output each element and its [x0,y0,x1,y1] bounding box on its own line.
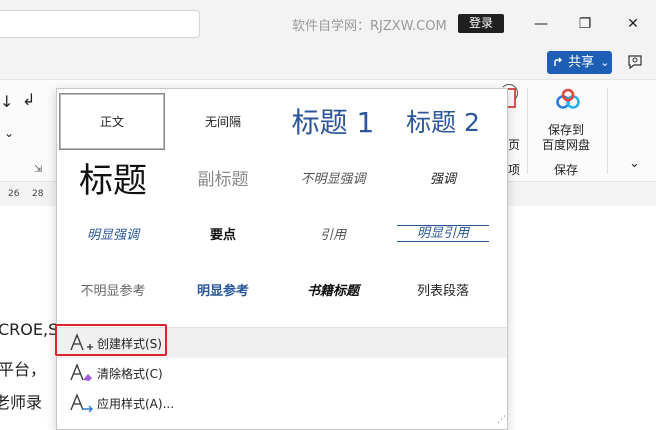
collapse-ribbon-icon[interactable]: ⌄ [629,156,640,171]
style-intense-quote-label: 明显引用 [397,224,489,242]
share-button[interactable]: 共享 ⌄ [547,51,612,74]
save-to-label-line2[interactable]: 百度网盘 [542,136,590,153]
partial-label-page: 页 [508,138,521,152]
apply-styles-label: 应用样式(A)... [97,396,175,411]
restore-button[interactable]: ❐ [570,12,600,36]
style-book-title[interactable]: 书籍标题 [279,261,387,317]
show-marks-icon[interactable]: ↲ [22,90,35,109]
style-strong[interactable]: 要点 [169,205,277,261]
group-divider [527,88,528,174]
share-label: 共享 [568,55,595,70]
group-divider [607,88,608,174]
style-intense-reference[interactable]: 明显参考 [169,261,277,317]
style-subtitle[interactable]: 副标题 [169,149,277,205]
style-normal[interactable]: 正文 [59,93,165,150]
share-icon [554,52,564,66]
login-button[interactable]: 登录 [458,14,504,33]
watermark-text: 软件自学网：RJZXW.COM [292,19,447,34]
baidu-cloud-icon[interactable] [554,88,582,114]
style-quote[interactable]: 引用 [279,205,387,261]
style-intense-quote[interactable]: 明显引用 [389,205,497,261]
style-subtle-reference[interactable]: 不明显参考 [59,261,167,317]
style-subtle-emphasis[interactable]: 不明显强调 [279,149,387,205]
ruler-tick: 26 [8,189,20,199]
style-intense-emphasis[interactable]: 明显强调 [59,205,167,261]
minimize-button[interactable]: — [526,12,556,36]
ruler-tick: 28 [32,189,44,199]
resize-grip-icon[interactable]: ⋰ [497,415,506,425]
clear-formatting-label: 清除格式(C) [97,366,163,381]
style-heading-1[interactable]: 标题 1 [279,93,387,149]
clear-formatting-icon [69,362,97,384]
comment-icon[interactable] [626,53,644,71]
document-line: 老师录 [0,393,43,412]
create-style-highlight [55,324,167,356]
chevron-down-icon[interactable]: ⌄ [4,126,14,140]
document-line: CROE,S [0,320,59,339]
sort-icon[interactable]: ↓ [0,92,13,111]
style-no-spacing[interactable]: 无间隔 [169,93,277,149]
partial-label-item: 项 [508,163,521,177]
search-input[interactable] [0,10,200,38]
close-button[interactable]: ✕ [618,12,648,36]
document-line: 平台， [0,360,47,379]
style-emphasis[interactable]: 强调 [389,149,497,205]
style-title[interactable]: 标题 [59,149,167,205]
dialog-launcher-icon[interactable]: ⇲ [34,164,42,175]
chevron-down-icon: ⌄ [600,56,610,69]
apply-styles-command[interactable]: 应用样式(A)... [57,388,507,418]
style-heading-2[interactable]: 标题 2 [389,93,497,149]
styles-gallery-popup: 正文 无间隔 标题 1 标题 2 标题 副标题 不明显强调 强调 明显强调 要点… [56,88,508,430]
apply-styles-icon [69,392,97,414]
style-list-paragraph[interactable]: 列表段落 [389,261,497,317]
save-group-label: 保存 [554,163,579,177]
clear-formatting-command[interactable]: 清除格式(C) [57,358,507,388]
